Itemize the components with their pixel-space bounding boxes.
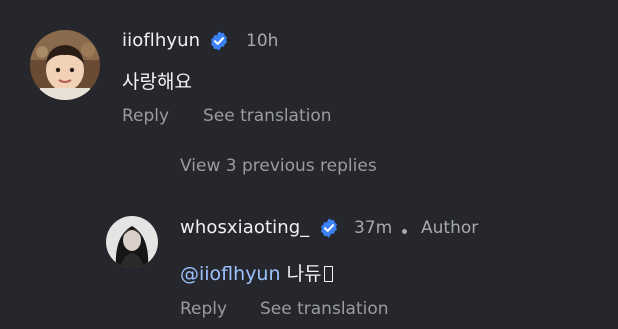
- missing-glyph-box: [323, 266, 333, 282]
- mention-link[interactable]: @iioflhyun: [180, 263, 281, 285]
- avatar-image: [30, 30, 100, 100]
- avatar-iioflhyun[interactable]: [30, 30, 100, 100]
- avatar-whosxiaoting[interactable]: [106, 216, 158, 268]
- see-translation-button[interactable]: See translation: [260, 299, 389, 319]
- comments-thread: iioflhyun 10h 사랑해요 Reply See translation…: [0, 0, 618, 329]
- comment-username[interactable]: iioflhyun: [122, 30, 200, 51]
- comment-text: 사랑해요: [122, 71, 192, 93]
- reply-username[interactable]: whosxiaoting_: [180, 217, 309, 238]
- avatar-image: [106, 216, 158, 268]
- comment-timestamp: 10h: [246, 31, 279, 51]
- see-translation-button[interactable]: See translation: [203, 106, 332, 126]
- reply-timestamp: 37m: [354, 218, 393, 238]
- separator-dot: [402, 229, 407, 234]
- verified-badge-icon: [211, 31, 227, 51]
- reply-text: @iioflhyun 나듀: [180, 259, 333, 286]
- verified-badge-icon: [321, 218, 337, 238]
- reply-button[interactable]: Reply: [180, 299, 227, 319]
- author-badge: Author: [421, 218, 479, 238]
- view-previous-replies-button[interactable]: View 3 previous replies: [180, 156, 377, 176]
- reply-body: 나듀: [286, 263, 322, 285]
- reply-button[interactable]: Reply: [122, 106, 169, 126]
